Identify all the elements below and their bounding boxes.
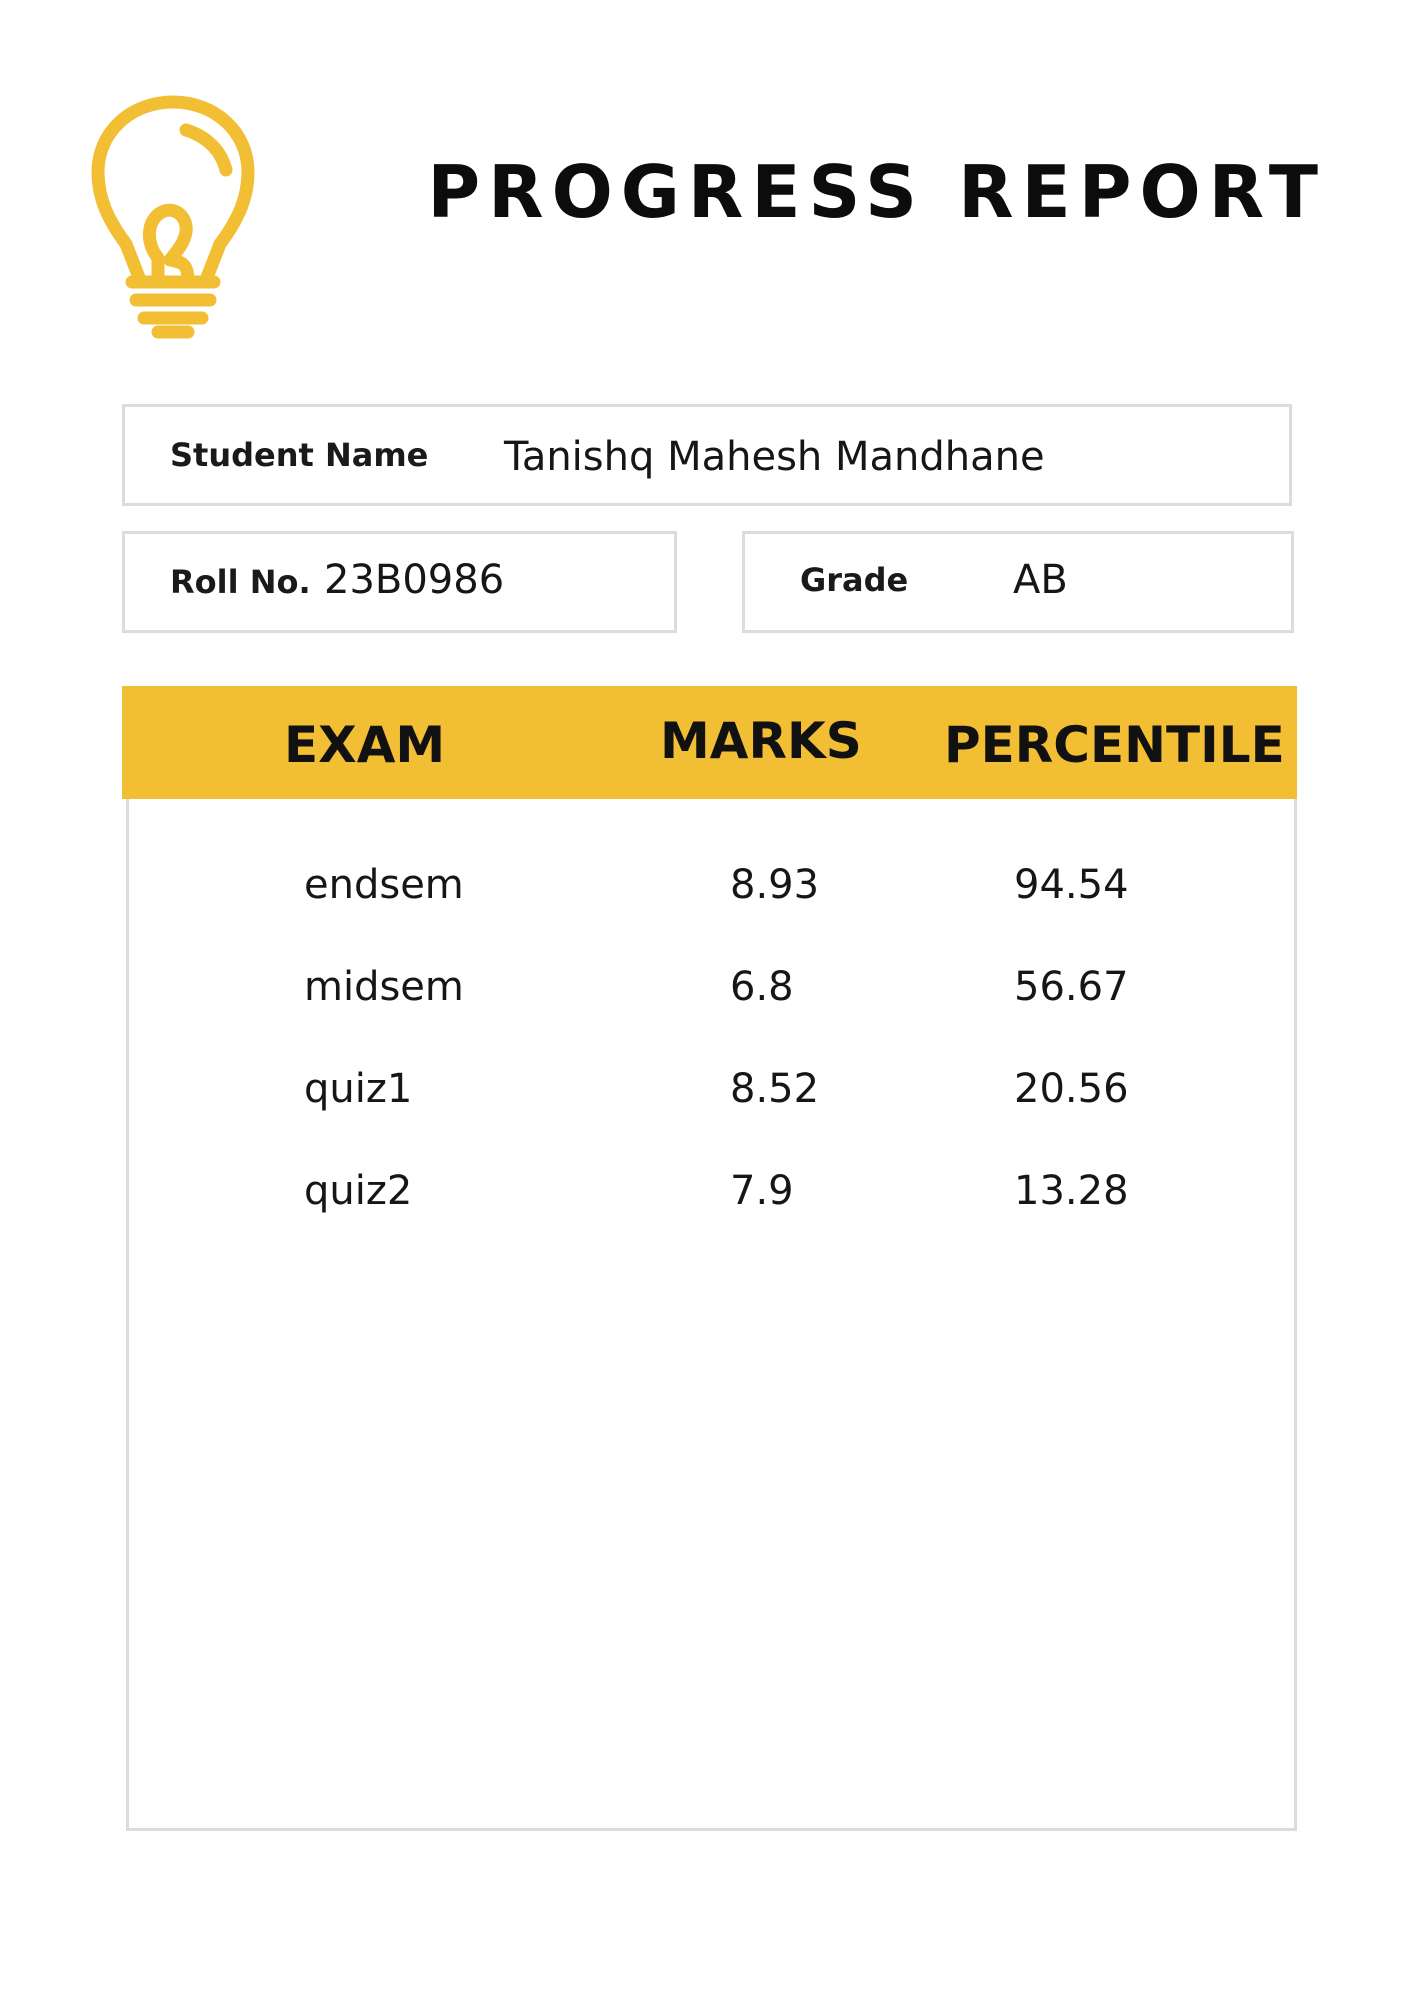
roll-number-value: 23B0986	[324, 557, 505, 603]
roll-number-label: Roll No.	[170, 563, 311, 601]
grade-label: Grade	[800, 561, 909, 599]
column-header-marks: MARKS	[660, 712, 862, 770]
table-cell-marks: 8.52	[730, 1066, 820, 1112]
table-cell-marks: 7.9	[730, 1168, 794, 1214]
lightbulb-icon	[91, 95, 255, 339]
table-cell-marks: 8.93	[730, 862, 820, 908]
column-header-exam: EXAM	[284, 716, 446, 774]
page-title: PROGRESS REPORT	[427, 150, 1326, 234]
table-cell-percentile: 94.54	[1014, 862, 1129, 908]
table-cell-percentile: 56.67	[1014, 964, 1129, 1010]
table-cell-marks: 6.8	[730, 964, 794, 1010]
student-name-value: Tanishq Mahesh Mandhane	[504, 434, 1045, 480]
column-header-percentile: PERCENTILE	[944, 716, 1285, 774]
table-cell-percentile: 20.56	[1014, 1066, 1129, 1112]
table-cell-exam: midsem	[304, 964, 464, 1010]
student-name-label: Student Name	[170, 436, 429, 474]
table-cell-exam: quiz2	[304, 1168, 413, 1214]
table-cell-exam: endsem	[304, 862, 464, 908]
table-cell-exam: quiz1	[304, 1066, 413, 1112]
results-table	[126, 687, 1297, 1831]
table-cell-percentile: 13.28	[1014, 1168, 1129, 1214]
grade-value: AB	[1013, 557, 1068, 603]
